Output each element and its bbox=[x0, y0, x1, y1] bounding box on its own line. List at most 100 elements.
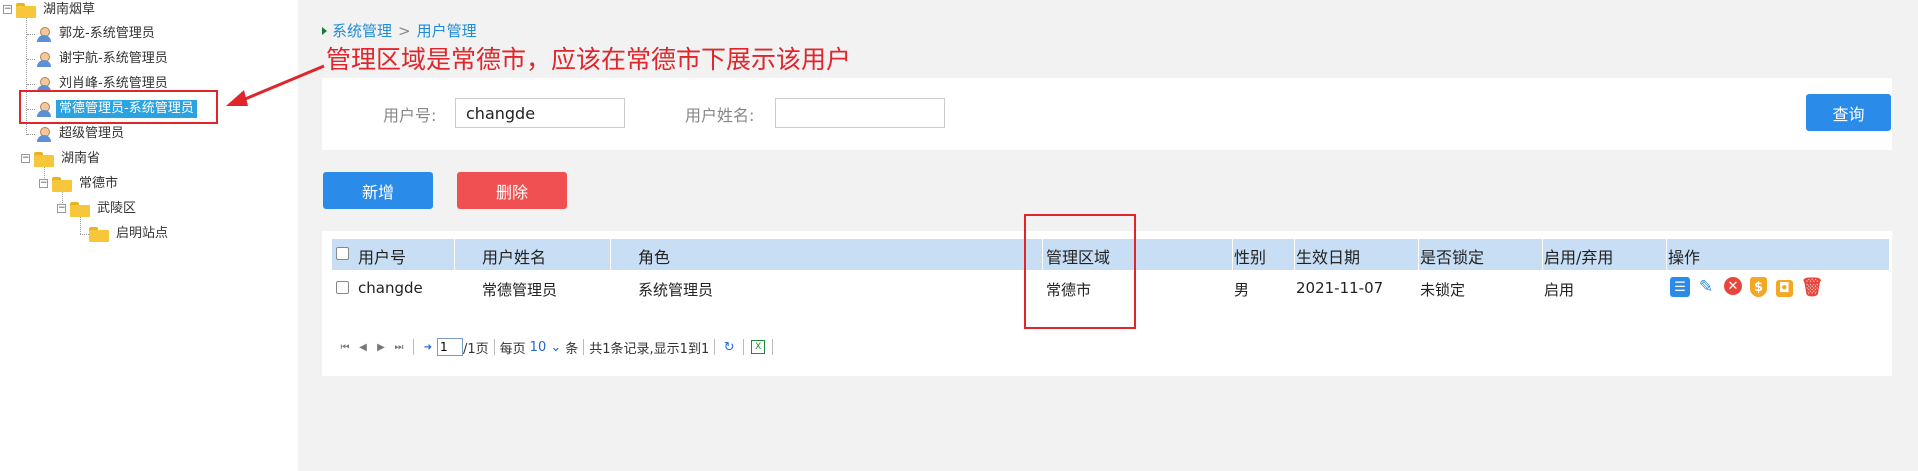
col-header[interactable]: 角色 bbox=[638, 244, 670, 268]
tree-node-province[interactable]: 湖南省 bbox=[34, 149, 103, 169]
folder-icon bbox=[34, 151, 54, 167]
pager-divider bbox=[714, 339, 716, 355]
highlight-box-region bbox=[1024, 214, 1136, 329]
last-page-icon[interactable]: ⏭ bbox=[392, 340, 406, 354]
per-page-label: 每页 bbox=[499, 341, 526, 357]
query-button[interactable]: 查询 bbox=[1806, 94, 1891, 131]
page: − 湖南烟草 郭龙-系统管理员 谢宇航-系统管理员 刘肖峰-系统管理员 常德管理… bbox=[0, 0, 1918, 471]
disable-x-icon[interactable]: ✕ bbox=[1724, 277, 1742, 295]
tree-node-root[interactable]: 湖南烟草 bbox=[16, 0, 98, 20]
col-header[interactable]: 用户姓名 bbox=[482, 244, 546, 268]
col-header[interactable]: 是否锁定 bbox=[1420, 244, 1484, 268]
cell-gender: 男 bbox=[1234, 281, 1250, 299]
next-page-icon[interactable]: ▶ bbox=[374, 340, 388, 354]
tree-line bbox=[27, 59, 35, 60]
user-id-input[interactable] bbox=[455, 98, 625, 128]
go-page-icon[interactable]: ➜ bbox=[421, 340, 435, 354]
tree-node-user[interactable]: 郭龙-系统管理员 bbox=[36, 24, 158, 44]
tree-node-station[interactable]: 启明站点 bbox=[89, 224, 171, 244]
annotation-arrow bbox=[226, 64, 325, 106]
tree-node-label: 超级管理员 bbox=[59, 126, 125, 141]
select-all-checkbox[interactable] bbox=[336, 247, 349, 260]
tree-node-label: 启明站点 bbox=[116, 226, 169, 241]
tree-node-label: 湖南烟草 bbox=[43, 2, 96, 17]
cell-effective-date: 2021-11-07 bbox=[1296, 279, 1384, 297]
user-name-label: 用户姓名: bbox=[685, 106, 755, 125]
per-page-unit: 条 bbox=[565, 341, 579, 357]
pager-divider bbox=[772, 339, 774, 355]
delete-button[interactable]: 删除 bbox=[457, 172, 567, 209]
tree-node-user[interactable]: 谢宇航-系统管理员 bbox=[36, 49, 171, 69]
pager-divider bbox=[493, 339, 495, 355]
col-header[interactable]: 启用/弃用 bbox=[1544, 244, 1613, 268]
pager-divider bbox=[413, 339, 414, 355]
tree-line bbox=[80, 234, 89, 235]
cell-enabled: 启用 bbox=[1544, 281, 1575, 299]
row-checkbox[interactable] bbox=[336, 281, 349, 294]
user-icon bbox=[36, 26, 52, 42]
breadcrumb-current: 用户管理 bbox=[416, 22, 477, 40]
collapse-toggle[interactable]: − bbox=[39, 179, 48, 188]
col-divider bbox=[1232, 239, 1233, 270]
total-pages-text: /1页 bbox=[463, 341, 489, 357]
lock-icon[interactable]: ◘ bbox=[1776, 280, 1793, 297]
col-divider bbox=[454, 239, 455, 270]
col-divider bbox=[1418, 239, 1419, 270]
breadcrumb: 系统管理 > 用户管理 bbox=[322, 20, 477, 41]
cell-lock-status: 未锁定 bbox=[1420, 281, 1466, 299]
tree-node-label: 郭龙-系统管理员 bbox=[59, 26, 155, 41]
tree-node-label: 湖南省 bbox=[61, 151, 101, 166]
record-summary: 共1条记录,显示1到1 bbox=[589, 341, 710, 357]
trash-icon[interactable]: 🗑 bbox=[1801, 277, 1824, 298]
tree-node-city[interactable]: 常德市 bbox=[52, 174, 121, 194]
breadcrumb-parent[interactable]: 系统管理 bbox=[332, 20, 392, 41]
col-header[interactable]: 生效日期 bbox=[1296, 244, 1360, 268]
tree-line bbox=[27, 34, 35, 35]
col-header: 操作 bbox=[1668, 248, 1701, 267]
user-icon bbox=[36, 126, 52, 142]
col-header[interactable]: 性别 bbox=[1234, 244, 1266, 268]
user-icon bbox=[36, 51, 52, 67]
highlight-box-tree bbox=[19, 90, 218, 124]
tree-line bbox=[27, 84, 35, 85]
cell-role: 系统管理员 bbox=[638, 281, 714, 299]
tree-node-label: 武陵区 bbox=[97, 201, 137, 216]
pagination: ⏮ ◀ ▶ ⏭ ➜ /1页 每页 10 ⌄ 条 共1条记录,显示1到1 ↻ X bbox=[336, 337, 778, 357]
user-id-label: 用户号: bbox=[383, 106, 437, 125]
add-button[interactable]: 新增 bbox=[323, 172, 433, 209]
first-page-icon[interactable]: ⏮ bbox=[338, 340, 352, 354]
annotation-text: 管理区域是常德市，应该在常德市下展示该用户 bbox=[326, 45, 852, 74]
col-header[interactable]: 用户号 bbox=[358, 244, 406, 268]
tree-line bbox=[80, 217, 81, 234]
breadcrumb-separator: > bbox=[398, 21, 411, 40]
folder-icon bbox=[16, 2, 36, 18]
pager-divider bbox=[743, 339, 745, 355]
page-number-input[interactable] bbox=[437, 338, 463, 356]
refresh-icon[interactable]: ↻ bbox=[722, 340, 736, 355]
tree-node-district[interactable]: 武陵区 bbox=[70, 199, 139, 219]
excel-export-icon[interactable]: X bbox=[751, 340, 766, 354]
prev-page-icon[interactable]: ◀ bbox=[356, 340, 370, 354]
tree-node-label: 常德市 bbox=[79, 176, 119, 191]
tree-node-label: 谢宇航-系统管理员 bbox=[59, 51, 168, 66]
cell-user-id: changde bbox=[358, 279, 423, 297]
edit-pen-icon[interactable]: ✎ bbox=[1696, 277, 1716, 297]
folder-icon bbox=[52, 176, 72, 192]
per-page-value: 10 bbox=[529, 339, 547, 355]
tree-line bbox=[27, 134, 35, 135]
tree-node-user[interactable]: 超级管理员 bbox=[36, 124, 127, 144]
collapse-toggle[interactable]: − bbox=[57, 204, 66, 213]
col-divider bbox=[1294, 239, 1295, 270]
col-divider bbox=[610, 239, 611, 270]
folder-icon bbox=[89, 226, 109, 242]
collapse-toggle[interactable]: − bbox=[3, 5, 12, 14]
detail-list-icon[interactable]: ☰ bbox=[1670, 277, 1690, 297]
caret-right-icon bbox=[322, 26, 327, 35]
cell-user-name: 常德管理员 bbox=[482, 281, 558, 299]
collapse-toggle[interactable]: − bbox=[21, 154, 30, 163]
user-name-input[interactable] bbox=[775, 98, 945, 128]
per-page-select[interactable]: 10 ⌄ bbox=[530, 340, 562, 355]
col-divider bbox=[1542, 239, 1543, 270]
shield-icon[interactable]: $ bbox=[1750, 277, 1767, 297]
folder-icon bbox=[70, 201, 90, 217]
